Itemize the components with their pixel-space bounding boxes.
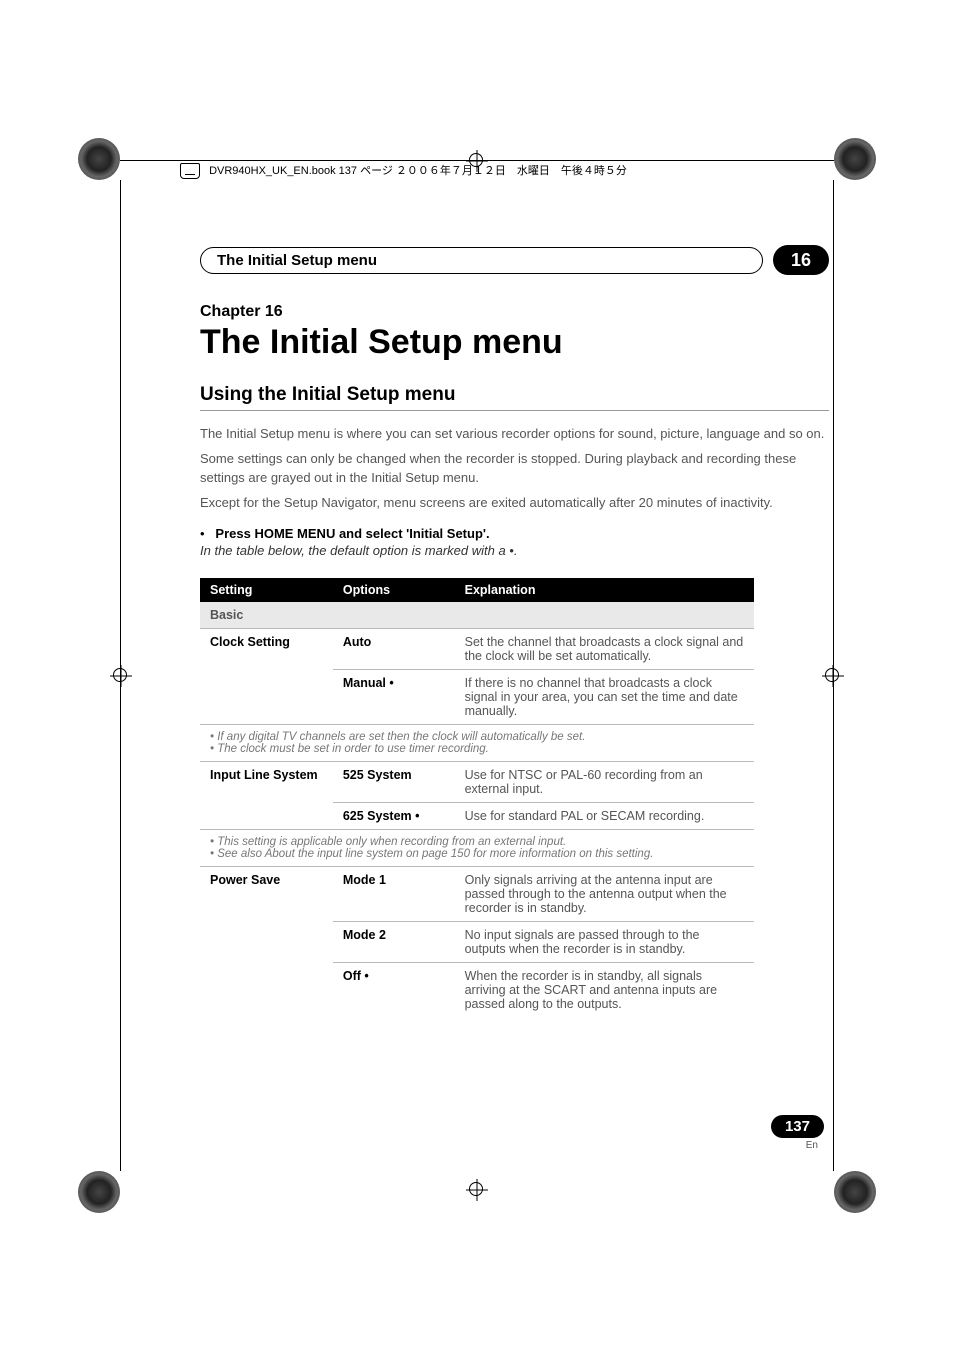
crosshair-icon (110, 665, 132, 687)
exp-625: Use for standard PAL or SECAM recording. (455, 803, 754, 830)
opt-mode1: Mode 1 (333, 867, 455, 922)
registration-mark (834, 1171, 876, 1213)
setting-inputline: Input Line System (200, 762, 333, 830)
registration-mark (78, 138, 120, 180)
note-text: • See also About the input line system o… (210, 848, 744, 860)
setting-powersave: Power Save (200, 867, 333, 1018)
note-row: • If any digital TV channels are set the… (200, 725, 754, 762)
body-paragraph: The Initial Setup menu is where you can … (200, 425, 829, 444)
registration-mark (834, 138, 876, 180)
page-footer: 137 En (771, 1115, 824, 1151)
body-paragraph: Except for the Setup Navigator, menu scr… (200, 494, 829, 513)
setting-clock: Clock Setting (200, 629, 333, 725)
registration-mark (78, 1171, 120, 1213)
instruction-text: Press HOME MENU and select 'Initial Setu… (215, 526, 489, 541)
book-line-text: DVR940HX_UK_EN.book 137 ページ ２００６年７月１２日 水… (209, 165, 627, 177)
exp-525: Use for NTSC or PAL-60 recording from an… (455, 762, 754, 803)
note-text: • This setting is applicable only when r… (210, 836, 744, 848)
note-row: • This setting is applicable only when r… (200, 830, 754, 867)
note-text: • The clock must be set in order to use … (210, 743, 744, 755)
crosshair-icon (466, 1179, 488, 1201)
instruction-bullet: • Press HOME MENU and select 'Initial Se… (200, 526, 829, 541)
table-row: Power Save Mode 1 Only signals arriving … (200, 867, 754, 922)
chapter-number: 16 (791, 250, 811, 271)
exp-manual: If there is no channel that broadcasts a… (455, 670, 754, 725)
exp-off: When the recorder is in standby, all sig… (455, 963, 754, 1018)
opt-off: Off • (333, 963, 455, 1018)
section-basic: Basic (200, 602, 754, 629)
header-title: The Initial Setup menu (217, 252, 377, 269)
chapter-label: Chapter 16 (200, 303, 829, 321)
table-row: Clock Setting Auto Set the channel that … (200, 629, 754, 670)
bullet-marker: • (200, 526, 205, 541)
col-explanation: Explanation (455, 578, 754, 602)
book-icon (180, 163, 200, 179)
chapter-title: The Initial Setup menu (200, 323, 829, 362)
col-setting: Setting (200, 578, 333, 602)
opt-525: 525 System (333, 762, 455, 803)
section-title: Using the Initial Setup menu (200, 384, 829, 411)
chapter-number-badge: 16 (773, 245, 829, 275)
header-pill: The Initial Setup menu (200, 247, 763, 274)
book-line: DVR940HX_UK_EN.book 137 ページ ２００６年７月１２日 水… (180, 162, 627, 179)
col-options: Options (333, 578, 455, 602)
exp-mode1: Only signals arriving at the antenna inp… (455, 867, 754, 922)
body-paragraph: Some settings can only be changed when t… (200, 450, 829, 488)
opt-manual: Manual • (333, 670, 455, 725)
opt-mode2: Mode 2 (333, 922, 455, 963)
lang-label: En (771, 1140, 818, 1151)
default-note: In the table below, the default option i… (200, 543, 829, 558)
opt-auto: Auto (333, 629, 455, 670)
page-number: 137 (771, 1115, 824, 1138)
exp-mode2: No input signals are passed through to t… (455, 922, 754, 963)
table-row: Input Line System 525 System Use for NTS… (200, 762, 754, 803)
opt-625: 625 System • (333, 803, 455, 830)
exp-auto: Set the channel that broadcasts a clock … (455, 629, 754, 670)
note-text: • If any digital TV channels are set the… (210, 731, 744, 743)
settings-table: Setting Options Explanation Basic Clock … (200, 578, 754, 1017)
